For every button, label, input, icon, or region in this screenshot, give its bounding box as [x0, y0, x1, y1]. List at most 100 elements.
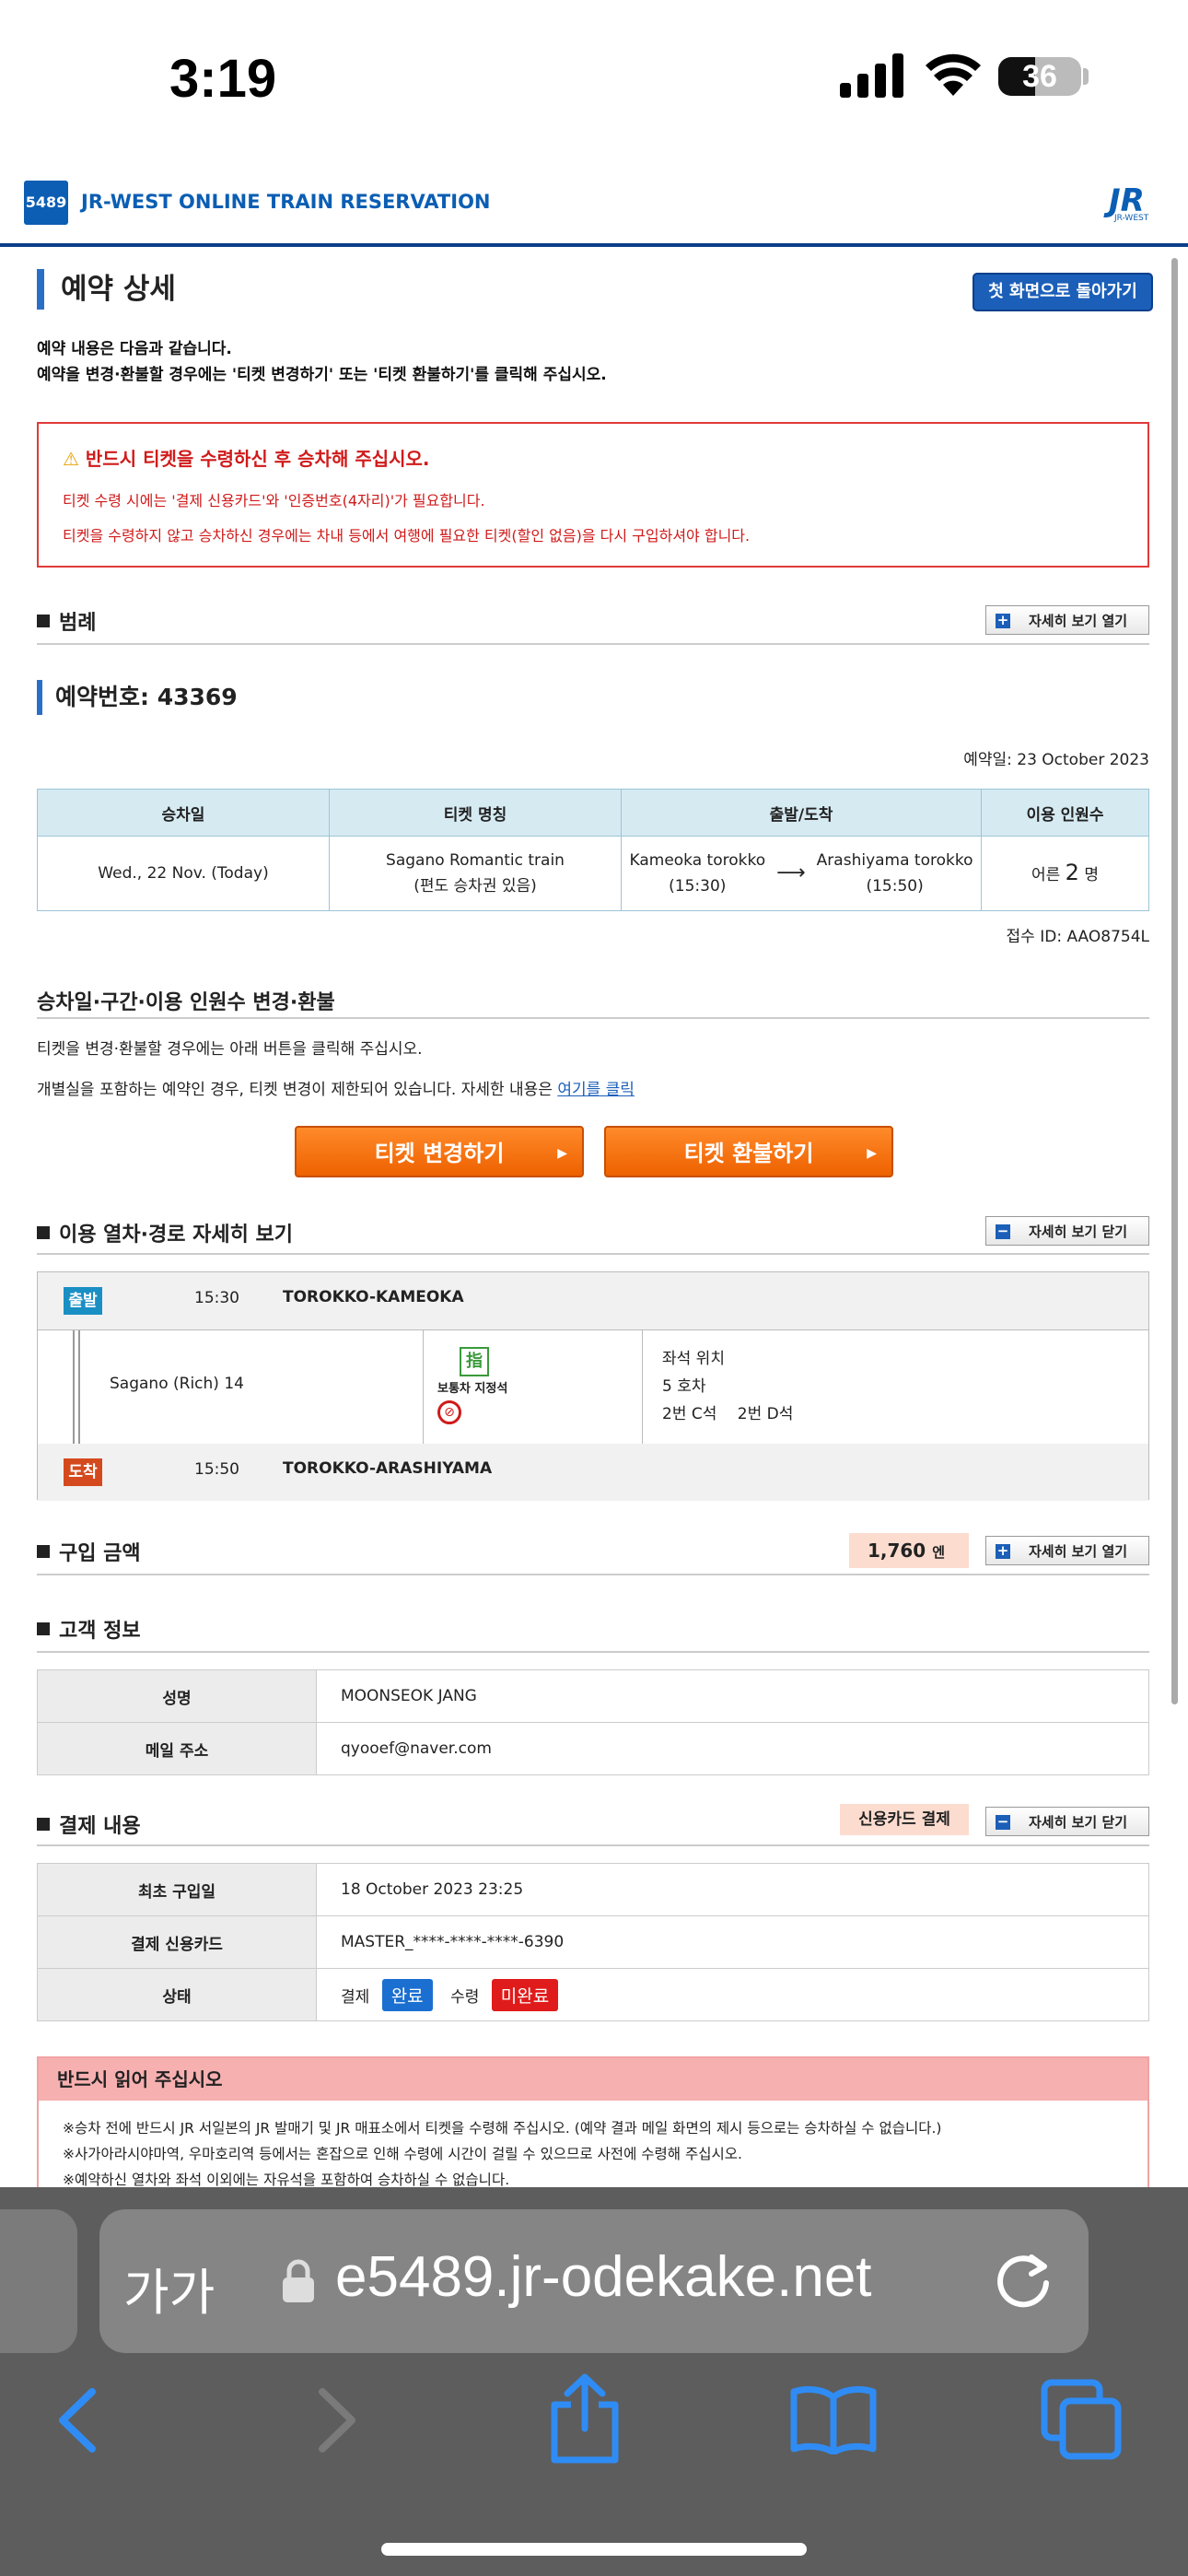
price-expand-button[interactable]: + 자세히 보기 열기 [985, 1536, 1149, 1565]
route-collapse-button[interactable]: − 자세히 보기 닫기 [985, 1216, 1149, 1246]
table-row: 상태 결제 완료 수령 미완료 [37, 1968, 1149, 2021]
battery-icon: 36 [998, 57, 1081, 96]
home-indicator[interactable] [381, 2543, 807, 2556]
customer-heading: 고객 정보 [37, 1614, 141, 1644]
tabs-icon[interactable] [1041, 2379, 1122, 2460]
price-toggle-label: 자세히 보기 열기 [1029, 1543, 1128, 1560]
passenger-number: 2 [1065, 859, 1079, 885]
back-icon[interactable] [52, 2386, 103, 2454]
back-to-top-button[interactable]: 첫 화면으로 돌아가기 [973, 273, 1153, 311]
wifi-icon [926, 53, 981, 96]
pickup-warning-box: ⚠ 반드시 티켓을 수령하신 후 승차해 주십시오. 티켓 수령 시에는 '결제… [37, 422, 1149, 568]
payment-label: 결제 [341, 1987, 370, 2007]
arrive-row: 도착 15:50 TOROKKO-ARASHIYAMA [38, 1444, 1148, 1501]
arrive-time: 15:50 [194, 1460, 239, 1479]
e5489-logo[interactable]: 5489 [24, 181, 68, 225]
to-time: (15:50) [866, 877, 924, 896]
ticket-name: Sagano Romantic train (편도 승차권 있음) [329, 836, 622, 911]
route-details: 출발 15:30 TOROKKO-KAMEOKA Sagano (Rich) 1… [37, 1271, 1149, 1501]
train-name: Sagano (Rich) 14 [110, 1375, 244, 1393]
payment-complete-badge: 완료 [381, 1978, 433, 2011]
page-title: 예약 상세 [37, 269, 176, 310]
url-text[interactable]: e5489.jr-odekake.net [335, 2244, 872, 2310]
col-ticket-name: 티켓 명칭 [329, 789, 622, 837]
customer-table: 성명 MOONSEOK JANG 메일 주소 qyooef@naver.com [37, 1669, 1149, 1775]
ticket-name-main: Sagano Romantic train [386, 851, 565, 870]
depart-station: TOROKKO-KAMEOKA [283, 1288, 464, 1306]
lock-icon [283, 2259, 314, 2302]
battery-tip [1083, 68, 1089, 85]
change-line-2-text: 개별실을 포함하는 예약인 경우, 티켓 변경이 제한되어 있습니다. 자세한 … [37, 1081, 553, 1099]
col-passengers: 이용 인원수 [981, 789, 1149, 837]
table-row: 결제 신용카드 MASTER_****-****-****-6390 [37, 1915, 1149, 1969]
name-value: MOONSEOK JANG [316, 1669, 1149, 1723]
from-time: (15:30) [669, 877, 727, 896]
table-row: 성명 MOONSEOK JANG [37, 1669, 1149, 1723]
arrive-tag: 도착 [64, 1458, 102, 1486]
depart-time: 15:30 [194, 1289, 239, 1307]
first-purchase-value: 18 October 2023 23:25 [316, 1863, 1149, 1916]
brand-title[interactable]: JR-WEST ONLINE TRAIN RESERVATION [81, 191, 491, 213]
receipt-id: 접수 ID: AAO8754L [1006, 928, 1149, 946]
payment-method-badge: 신용카드 결제 [840, 1804, 969, 1835]
must-read-notice: 반드시 읽어 주십시오 ※승차 전에 반드시 JR 서일본의 JR 발매기 및 … [37, 2056, 1149, 2204]
divider [37, 1844, 1149, 1846]
change-ticket-label: 티켓 변경하기 [374, 1141, 505, 1166]
refund-ticket-button[interactable]: 티켓 환불하기 ▶ [604, 1126, 893, 1177]
status-label: 상태 [37, 1968, 317, 2021]
no-smoking-icon: ⊘ [437, 1400, 461, 1424]
share-icon[interactable] [545, 2371, 624, 2464]
divider [37, 1651, 1149, 1653]
details-link[interactable]: 여기를 클릭 [557, 1081, 635, 1099]
forward-icon[interactable] [311, 2386, 363, 2454]
jr-west-logo-sub: JR-WEST [1114, 214, 1149, 223]
status-time: 3:19 [169, 49, 277, 109]
battery-percent: 36 [1022, 59, 1057, 94]
receive-incomplete-badge: 미완료 [491, 1978, 559, 2011]
first-purchase-label: 최초 구입일 [37, 1863, 317, 1916]
legend-expand-button[interactable]: + 자세히 보기 열기 [985, 605, 1149, 635]
table-row: 최초 구입일 18 October 2023 23:25 [37, 1863, 1149, 1916]
play-arrow-icon: ▶ [557, 1146, 567, 1161]
payment-collapse-button[interactable]: − 자세히 보기 닫기 [985, 1807, 1149, 1836]
track-line [73, 1330, 80, 1445]
reservation-date: 예약일: 23 October 2023 [963, 751, 1149, 769]
previous-tab-preview[interactable] [0, 2209, 77, 2353]
header-divider [0, 243, 1188, 247]
depart-tag: 출발 [64, 1287, 102, 1315]
legend-heading: 범례 [37, 606, 96, 636]
col-depart-arrive: 출발/도착 [621, 789, 982, 837]
warning-title: ⚠ 반드시 티켓을 수령하신 후 승차해 주십시오. [63, 444, 430, 471]
train-row: Sagano (Rich) 14 指 보통차 지정석 ⊘ 좌석 위치 5 호차 … [38, 1329, 1148, 1446]
reserved-seat-icon: 指 [460, 1347, 489, 1376]
passenger-type: 어른 [1031, 865, 1061, 884]
car-number: 5 호차 [662, 1377, 706, 1396]
reload-icon[interactable] [989, 2246, 1057, 2314]
table-row: 메일 주소 qyooef@naver.com [37, 1722, 1149, 1775]
warning-icon: ⚠ [63, 448, 79, 470]
page-scrollbar[interactable] [1171, 258, 1178, 1704]
price-unit: 엔 [932, 1544, 945, 1561]
divider [37, 1253, 1149, 1255]
name-label: 성명 [37, 1669, 317, 1723]
price-amount: 1,760 엔 [849, 1533, 969, 1568]
to-station: Arashiyama torokko [816, 851, 973, 870]
customer-title: 고객 정보 [59, 1620, 141, 1643]
warning-line-2: 티켓을 수령하지 않고 승차하신 경우에는 차내 등에서 여행에 필요한 티켓(… [63, 527, 751, 544]
status-value: 결제 완료 수령 미완료 [316, 1968, 1149, 2021]
seat-type: 보통차 지정석 [437, 1382, 508, 1396]
reservation-table: 승차일 티켓 명칭 출발/도착 이용 인원수 Wed., 22 Nov. (To… [37, 789, 1149, 911]
minus-icon: − [996, 1813, 1010, 1830]
change-line-2: 개별실을 포함하는 예약인 경우, 티켓 변경이 제한되어 있습니다. 자세한 … [37, 1076, 635, 1099]
col-ride-date: 승차일 [37, 789, 330, 837]
passenger-count: 어른 2 명 [981, 836, 1149, 911]
depart-arrive: Kameoka torokko (15:30) ⟶ Arashiyama toro… [621, 836, 982, 911]
ticket-name-note: (편도 승차권 있음) [413, 877, 537, 896]
divider [37, 1017, 1149, 1019]
payment-toggle-label: 자세히 보기 닫기 [1029, 1814, 1128, 1831]
change-ticket-button[interactable]: 티켓 변경하기 ▶ [295, 1126, 584, 1177]
price-title: 구입 금액 [59, 1542, 141, 1565]
bookmarks-icon[interactable] [790, 2384, 877, 2454]
page-settings-button[interactable]: 가가 [123, 2252, 215, 2324]
notice-line-1: ※승차 전에 반드시 JR 서일본의 JR 발매기 및 JR 매표소에서 티켓을… [63, 2120, 942, 2137]
